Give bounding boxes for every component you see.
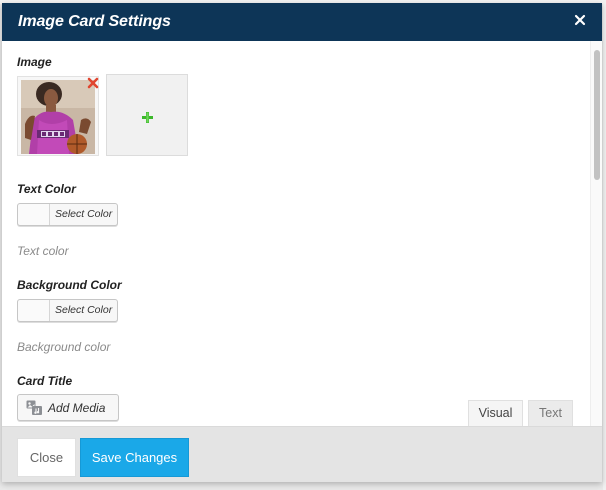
modal-title: Image Card Settings (18, 13, 171, 30)
text-color-label: Text Color (17, 182, 76, 196)
card-title-label: Card Title (17, 374, 73, 388)
background-color-picker-button[interactable]: Select Color (17, 299, 118, 322)
modal-header: Image Card Settings (2, 3, 602, 41)
scrollbar-thumb[interactable] (594, 50, 600, 180)
remove-icon[interactable] (87, 76, 99, 89)
save-changes-button[interactable]: Save Changes (80, 438, 189, 477)
close-icon[interactable] (572, 12, 588, 28)
image-preview (21, 80, 95, 154)
text-color-picker-label: Select Color (55, 208, 113, 220)
plus-icon (142, 110, 153, 128)
close-button[interactable]: Close (17, 438, 76, 477)
add-media-button[interactable]: Add Media (17, 394, 119, 421)
text-color-picker-button[interactable]: Select Color (17, 203, 118, 226)
scrollbar[interactable] (590, 41, 602, 426)
tab-visual[interactable]: Visual (468, 400, 523, 426)
image-label: Image (17, 55, 52, 69)
add-media-label: Add Media (48, 401, 106, 415)
background-color-swatch (18, 300, 50, 321)
add-image-button[interactable] (106, 74, 188, 156)
text-color-swatch (18, 204, 50, 225)
tab-text[interactable]: Text (528, 400, 573, 426)
text-color-hint: Text color (17, 244, 69, 258)
background-color-picker-label: Select Color (55, 304, 113, 316)
background-color-label: Background Color (17, 278, 122, 292)
media-icon (26, 400, 43, 421)
background-color-hint: Background color (17, 340, 111, 354)
modal-body: Image Text Color Select Color Text color… (2, 41, 602, 426)
image-card-settings-modal: Image Card Settings Image Text Color Sel… (2, 3, 602, 482)
modal-footer: Close Save Changes (2, 426, 602, 482)
